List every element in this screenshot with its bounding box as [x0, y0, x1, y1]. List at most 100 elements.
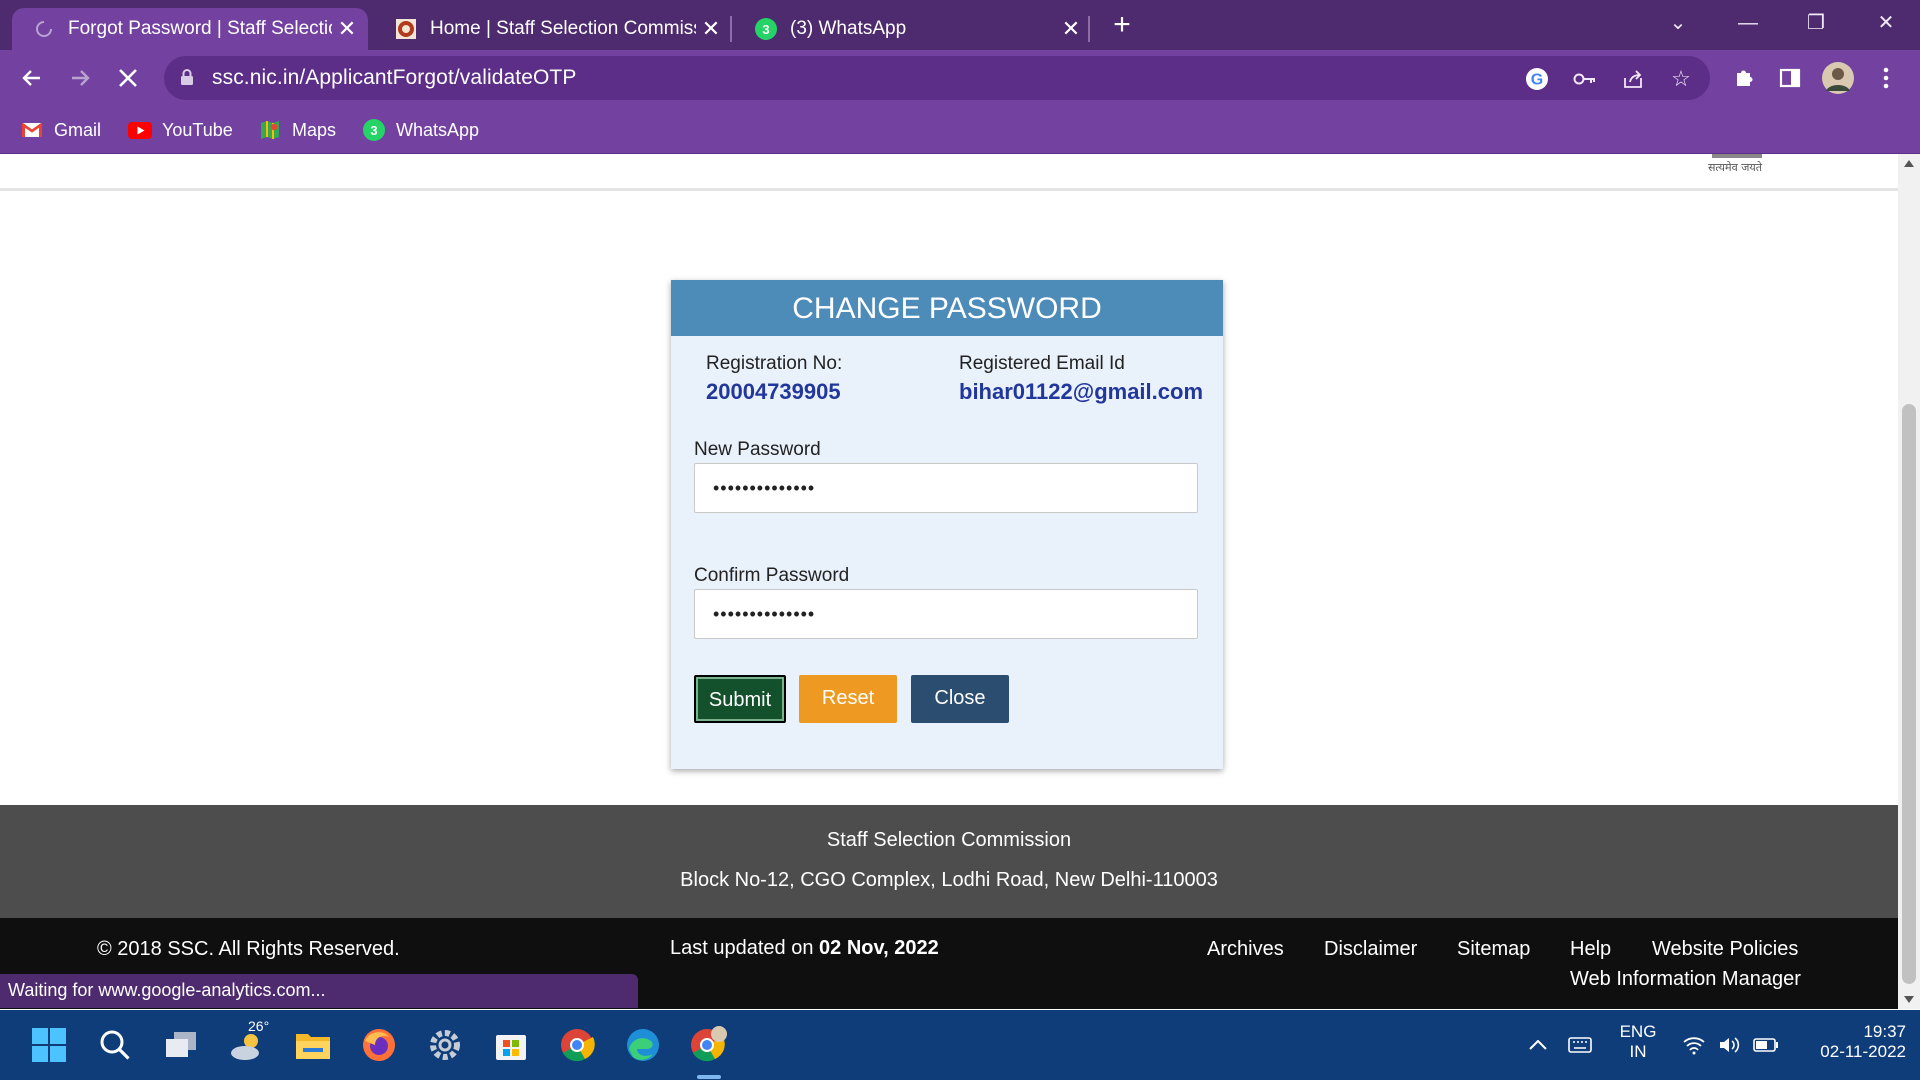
google-lens-icon[interactable]: G	[1522, 64, 1552, 94]
footer-link-help[interactable]: Help	[1570, 938, 1611, 961]
tab-search-chevron-icon[interactable]: ⌄	[1648, 6, 1708, 40]
loading-spinner-icon	[32, 17, 56, 41]
microsoft-store-button[interactable]	[488, 1022, 534, 1068]
email-value: bihar01122@gmail.com	[959, 379, 1204, 404]
minimize-button[interactable]: —	[1718, 6, 1778, 40]
scroll-thumb[interactable]	[1902, 404, 1916, 984]
maps-icon	[258, 119, 282, 141]
puzzle-icon	[1737, 70, 1753, 86]
windows-logo-icon	[32, 1028, 66, 1062]
chevron-up-icon[interactable]	[1524, 1032, 1552, 1058]
tab-separator	[730, 16, 732, 42]
whatsapp-icon: 3	[754, 17, 778, 41]
restore-button[interactable]: ❐	[1786, 6, 1846, 40]
bookmark-youtube[interactable]: YouTube	[128, 116, 233, 144]
active-app-indicator	[697, 1075, 721, 1079]
close-icon[interactable]: ✕	[1056, 16, 1086, 42]
clock-time: 19:37	[1863, 1022, 1906, 1041]
close-icon[interactable]: ✕	[696, 16, 726, 42]
close-icon[interactable]: ✕	[332, 16, 362, 42]
profile-avatar[interactable]	[1818, 58, 1858, 98]
bookmark-whatsapp[interactable]: 3 WhatsApp	[362, 116, 479, 144]
bookmark-star-icon[interactable]: ☆	[1666, 64, 1696, 94]
keyboard-icon[interactable]	[1566, 1032, 1594, 1058]
bookmark-label: WhatsApp	[396, 119, 480, 140]
emblem-caption: सत्यमेव जयते	[1708, 161, 1763, 174]
copyright-text: © 2018 SSC. All Rights Reserved.	[97, 938, 400, 960]
bookmark-label: Gmail	[54, 119, 102, 140]
chrome-profile-button[interactable]	[686, 1022, 732, 1068]
forward-button[interactable]	[60, 58, 100, 98]
firefox-icon	[363, 1029, 395, 1061]
weather-temperature: 26°	[248, 1018, 270, 1034]
start-button[interactable]	[26, 1022, 72, 1068]
address-bar[interactable]: ssc.nic.in/ApplicantForgot/validateOTP G…	[164, 56, 1710, 100]
volume-icon[interactable]	[1716, 1032, 1744, 1058]
firefox-button[interactable]	[356, 1022, 402, 1068]
task-view-icon	[166, 1032, 196, 1057]
bookmark-gmail[interactable]: Gmail	[20, 116, 101, 144]
footer-link-website-policies[interactable]: Website Policies	[1652, 938, 1798, 961]
page-scrollbar[interactable]	[1898, 154, 1920, 1009]
gmail-icon	[20, 119, 44, 141]
back-button[interactable]	[12, 58, 52, 98]
new-password-input[interactable]: ••••••••••••••	[694, 463, 1198, 513]
svg-text:3: 3	[762, 22, 769, 37]
folder-icon	[296, 1034, 330, 1059]
tab-whatsapp[interactable]: 3 (3) WhatsApp ✕	[734, 8, 1092, 50]
footer-link-archives[interactable]: Archives	[1207, 938, 1284, 961]
youtube-icon	[128, 119, 152, 141]
tab-ssc-home[interactable]: Home | Staff Selection Commissio ✕	[374, 8, 732, 50]
side-panel-button[interactable]	[1770, 58, 1810, 98]
extensions-button[interactable]	[1724, 58, 1764, 98]
back-arrow-icon	[22, 70, 40, 86]
scroll-up-arrow-icon[interactable]	[1904, 160, 1914, 167]
settings-button[interactable]	[422, 1022, 468, 1068]
share-icon[interactable]	[1618, 64, 1648, 94]
bookmark-label: YouTube	[162, 119, 233, 140]
weather-widget[interactable]: 26°	[224, 1018, 270, 1068]
chrome-button[interactable]	[554, 1022, 600, 1068]
edge-button[interactable]	[620, 1022, 666, 1068]
emblem-image	[1712, 154, 1762, 158]
wifi-icon[interactable]	[1680, 1032, 1708, 1058]
url-text: ssc.nic.in/ApplicantForgot/validateOTP	[212, 66, 577, 89]
window-close-button[interactable]: ✕	[1856, 6, 1916, 40]
new-tab-button[interactable]: +	[1104, 10, 1140, 42]
change-password-form: CHANGE PASSWORD Registration No: 2000473…	[671, 280, 1223, 769]
windows-taskbar: 26° ENG IN 19:37 02-11-2022	[0, 1010, 1920, 1080]
stop-loading-button[interactable]	[108, 58, 148, 98]
reset-button[interactable]: Reset	[799, 675, 897, 723]
clock-date: 02-11-2022	[1820, 1042, 1906, 1061]
footer-link-sitemap[interactable]: Sitemap	[1457, 938, 1530, 961]
last-updated-date: 02 Nov, 2022	[819, 937, 939, 959]
registration-number: 20004739905	[706, 379, 841, 404]
footer-org-name: Staff Selection Commission	[826, 829, 1072, 851]
bookmark-maps[interactable]: Maps	[258, 116, 336, 144]
footer-link-disclaimer[interactable]: Disclaimer	[1324, 938, 1417, 961]
clock[interactable]: 19:37 02-11-2022	[1796, 1022, 1906, 1062]
file-explorer-button[interactable]	[290, 1022, 336, 1068]
lock-icon	[180, 68, 194, 91]
confirm-password-input[interactable]: ••••••••••••••	[694, 589, 1198, 639]
gear-icon	[430, 1030, 460, 1060]
input-language[interactable]: ENG IN	[1606, 1022, 1670, 1062]
side-panel-icon	[1779, 68, 1801, 88]
store-icon	[496, 1035, 526, 1060]
email-label: Registered Email Id	[959, 353, 1125, 374]
tab-forgot-password[interactable]: Forgot Password | Staff Selection ✕	[12, 8, 368, 50]
close-button[interactable]: Close	[911, 675, 1009, 723]
chrome-menu-button[interactable]	[1866, 58, 1906, 98]
search-button[interactable]	[92, 1022, 138, 1068]
chrome-icon	[561, 1029, 595, 1062]
header-divider	[0, 188, 1898, 191]
tab-title: Forgot Password | Staff Selection	[68, 18, 332, 39]
password-key-icon[interactable]	[1570, 64, 1600, 94]
task-view-button[interactable]	[158, 1022, 204, 1068]
submit-button[interactable]: Submit	[694, 675, 786, 723]
battery-icon[interactable]	[1752, 1032, 1780, 1058]
svg-text:G: G	[1531, 72, 1543, 89]
scroll-down-arrow-icon[interactable]	[1904, 996, 1914, 1003]
footer-web-info-manager[interactable]: Web Information Manager	[1570, 968, 1801, 991]
edge-icon	[627, 1029, 659, 1061]
